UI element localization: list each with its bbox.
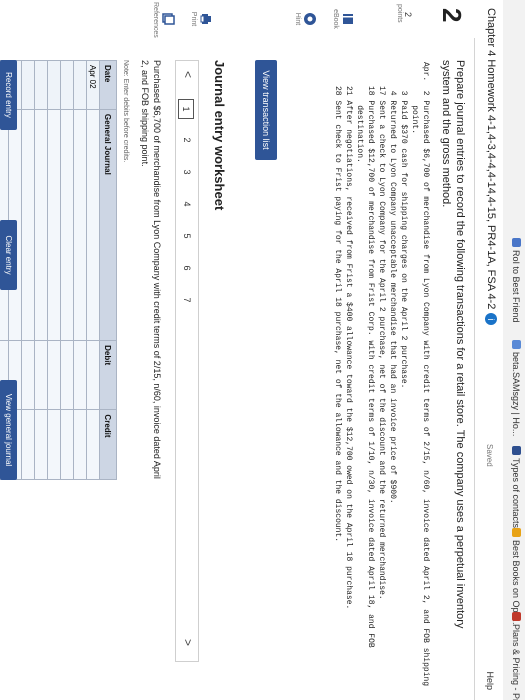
table-row (60, 60, 74, 480)
column-header-credit: Credit (99, 409, 117, 480)
credit-cell[interactable] (47, 409, 61, 480)
account-cell[interactable] (21, 109, 35, 341)
table-row (21, 60, 35, 480)
page-2[interactable]: 2 (180, 131, 194, 149)
bookmark-icon (512, 340, 521, 349)
worksheet-title: Journal entry worksheet (212, 60, 227, 211)
references-icon (162, 13, 175, 25)
account-cell[interactable] (73, 109, 87, 341)
print-icon (200, 14, 211, 24)
question-number: 2 (437, 8, 467, 23)
date-cell[interactable] (73, 60, 87, 110)
page-5[interactable]: 5 (180, 227, 194, 245)
info-icon[interactable]: i (485, 313, 497, 326)
page-6[interactable]: 6 (180, 259, 194, 277)
credit-cell[interactable] (86, 409, 100, 480)
bookmark-icon (512, 612, 521, 621)
column-header-date: Date (99, 60, 117, 110)
credit-cell[interactable] (73, 409, 87, 480)
references-button[interactable]: References (152, 2, 175, 38)
table-row (47, 60, 61, 480)
table-row (73, 60, 87, 480)
record-entry-button[interactable]: Record entry (0, 60, 17, 130)
debit-cell[interactable] (60, 340, 74, 410)
print-button[interactable]: Print (190, 2, 213, 36)
bookmark-3[interactable]: Best Books on Opti... (511, 528, 521, 625)
date-cell[interactable] (21, 60, 35, 110)
transaction-list: Apr. 2 Purchased $6,700 of merchandise f… (333, 62, 430, 687)
date-cell[interactable] (47, 60, 61, 110)
table-row: Apr 02 (86, 60, 100, 480)
bookmark-icon (512, 238, 521, 247)
bookmark-0[interactable]: RoI to Best Friend (511, 238, 521, 323)
account-cell[interactable] (47, 109, 61, 341)
date-cell[interactable]: Apr 02 (86, 60, 100, 110)
bookmarks-bar: RoI to Best Friend beta.SAMsgzy | Ho... … (502, 0, 525, 700)
page-1[interactable]: 1 (178, 99, 194, 119)
entry-note: Note: Enter debits before credits. (122, 60, 129, 163)
page-7[interactable]: 7 (180, 291, 194, 309)
page-3[interactable]: 3 (180, 163, 194, 181)
account-cell[interactable] (34, 109, 48, 341)
journal-table: Date General Journal Debit Credit Apr 02 (0, 60, 117, 480)
debit-cell[interactable] (47, 340, 61, 410)
prev-arrow-icon[interactable]: < (181, 71, 195, 78)
ebook-button[interactable]: eBook (332, 2, 355, 36)
assignment-title: Chapter 4 Homework 4-1,4-3,4-4,4-14,4-15… (485, 8, 497, 326)
table-row (34, 60, 48, 480)
view-transaction-list-button[interactable]: View transaction list (255, 60, 277, 160)
question-sidebar: 2 2 points eBook Hint Print References (0, 0, 475, 38)
credit-cell[interactable] (34, 409, 48, 480)
bookmark-icon (512, 446, 521, 455)
worksheet-actions: Record entry Clear entry View general jo… (0, 60, 17, 680)
table-header-row: Date General Journal Debit Credit (99, 60, 117, 480)
hint-icon (304, 13, 316, 25)
next-arrow-icon[interactable]: > (181, 639, 195, 646)
saved-status: Saved (485, 444, 494, 467)
debit-cell[interactable] (86, 340, 100, 410)
column-header-general-journal: General Journal (99, 109, 117, 341)
credit-cell[interactable] (21, 409, 35, 480)
clear-entry-button[interactable]: Clear entry (0, 220, 17, 290)
points-value: 2 (403, 12, 413, 18)
debit-cell[interactable] (34, 340, 48, 410)
assignment-header: Chapter 4 Homework 4-1,4-3,4-4,4-14,4-15… (474, 0, 503, 700)
account-cell[interactable] (60, 109, 74, 341)
column-header-debit: Debit (99, 340, 117, 410)
points-label: points (396, 4, 403, 23)
question-prompt: Prepare journal entries to record the fo… (440, 60, 466, 629)
page-4[interactable]: 4 (180, 195, 194, 213)
book-icon (343, 14, 353, 24)
bookmark-4[interactable]: Plans & Pricing - Pr... (511, 612, 521, 700)
hint-button[interactable]: Hint (294, 2, 317, 36)
view-general-journal-button[interactable]: View general journal (0, 380, 17, 480)
debit-cell[interactable] (73, 340, 87, 410)
worksheet-pager: < 1 2 3 4 5 6 7 > (175, 60, 199, 662)
debit-cell[interactable] (21, 340, 35, 410)
bookmark-1[interactable]: beta.SAMsgzy | Ho... (511, 340, 521, 436)
date-cell[interactable] (34, 60, 48, 110)
date-cell[interactable] (60, 60, 74, 110)
entry-description: Purchased $6,700 of merchandise from Lyo… (140, 60, 162, 479)
credit-cell[interactable] (60, 409, 74, 480)
rotated-screen: RoI to Best Friend beta.SAMsgzy | Ho... … (0, 0, 525, 700)
account-cell[interactable] (86, 109, 100, 341)
bookmark-icon (512, 528, 521, 537)
help-link[interactable]: Help (485, 671, 495, 690)
bookmark-2[interactable]: Types of contacts (511, 446, 521, 528)
